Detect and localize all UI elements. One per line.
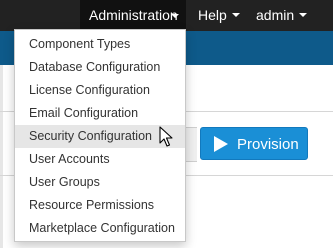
nav-user-label: admin <box>256 7 295 23</box>
play-icon <box>214 136 228 152</box>
mouse-pointer-icon <box>159 126 173 147</box>
menu-item-license-configuration[interactable]: License Configuration <box>15 79 185 102</box>
menu-item-component-types[interactable]: Component Types <box>15 33 185 56</box>
nav-administration[interactable]: Administration <box>80 0 186 31</box>
nav-help[interactable]: Help <box>198 0 240 31</box>
menu-item-email-configuration[interactable]: Email Configuration <box>15 102 185 125</box>
provision-button[interactable]: Provision <box>200 127 308 160</box>
nav-user-menu[interactable]: admin <box>256 0 308 31</box>
content-left-edge <box>0 65 3 248</box>
caret-down-icon <box>171 14 179 18</box>
menu-item-marketplace-configuration[interactable]: Marketplace Configuration <box>15 217 185 240</box>
menu-item-user-accounts[interactable]: User Accounts <box>15 148 185 171</box>
menu-item-user-groups[interactable]: User Groups <box>15 171 185 194</box>
provision-button-label: Provision <box>237 136 299 153</box>
nav-help-label: Help <box>198 7 227 23</box>
caret-down-icon <box>299 13 308 18</box>
menu-item-database-configuration[interactable]: Database Configuration <box>15 56 185 79</box>
top-navbar: Administration Help admin <box>0 0 333 31</box>
menu-item-resource-permissions[interactable]: Resource Permissions <box>15 194 185 217</box>
caret-down-icon <box>231 13 240 18</box>
nav-administration-label: Administration <box>89 7 178 23</box>
